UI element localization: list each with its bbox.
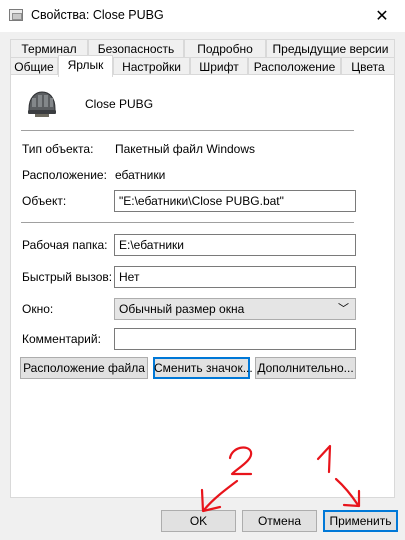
hotkey-label: Быстрый вызов: — [22, 270, 113, 284]
advanced-button[interactable]: Дополнительно... — [255, 357, 356, 379]
type-label: Тип объекта: — [22, 142, 94, 156]
comment-field[interactable] — [114, 328, 356, 350]
title-bar: Свойства: Close PUBG ✕ — [0, 0, 405, 32]
target-field[interactable]: "E:\ебатники\Close PUBG.bat" — [114, 190, 356, 212]
tab-shortcut[interactable]: Ярлык — [58, 55, 113, 77]
location-value: ебатники — [115, 168, 166, 182]
target-label: Объект: — [22, 194, 67, 208]
location-label: Расположение: — [22, 168, 107, 182]
ok-button[interactable]: OK — [161, 510, 236, 532]
cancel-button[interactable]: Отмена — [242, 510, 317, 532]
helmet-icon — [28, 91, 56, 117]
change-icon-button[interactable]: Сменить значок... — [153, 357, 253, 379]
start-in-field[interactable]: E:\ебатники — [114, 234, 356, 256]
comment-label: Комментарий: — [22, 332, 101, 346]
type-value: Пакетный файл Windows — [115, 142, 256, 156]
start-in-label: Рабочая папка: — [22, 238, 108, 252]
app-window-icon — [9, 9, 23, 21]
hotkey-field[interactable]: Нет — [114, 266, 356, 288]
close-icon[interactable]: ✕ — [359, 0, 405, 32]
chevron-down-icon: ﹀ — [338, 303, 349, 315]
window-title: Свойства: Close PUBG — [31, 8, 164, 22]
divider — [21, 130, 354, 131]
tab-details[interactable]: Подробно — [184, 39, 266, 59]
run-select[interactable]: Обычный размер окна ﹀ — [114, 298, 356, 320]
tab-previous-versions[interactable]: Предыдущие версии — [266, 39, 395, 59]
shortcut-panel: Close PUBG Тип объекта: Пакетный файл Wi… — [10, 74, 395, 498]
open-file-location-button[interactable]: Расположение файла — [20, 357, 148, 379]
apply-button[interactable]: Применить — [323, 510, 398, 532]
run-select-value: Обычный размер окна — [119, 302, 245, 316]
divider — [21, 222, 354, 223]
shortcut-name: Close PUBG — [85, 97, 154, 111]
run-label: Окно: — [22, 302, 54, 316]
